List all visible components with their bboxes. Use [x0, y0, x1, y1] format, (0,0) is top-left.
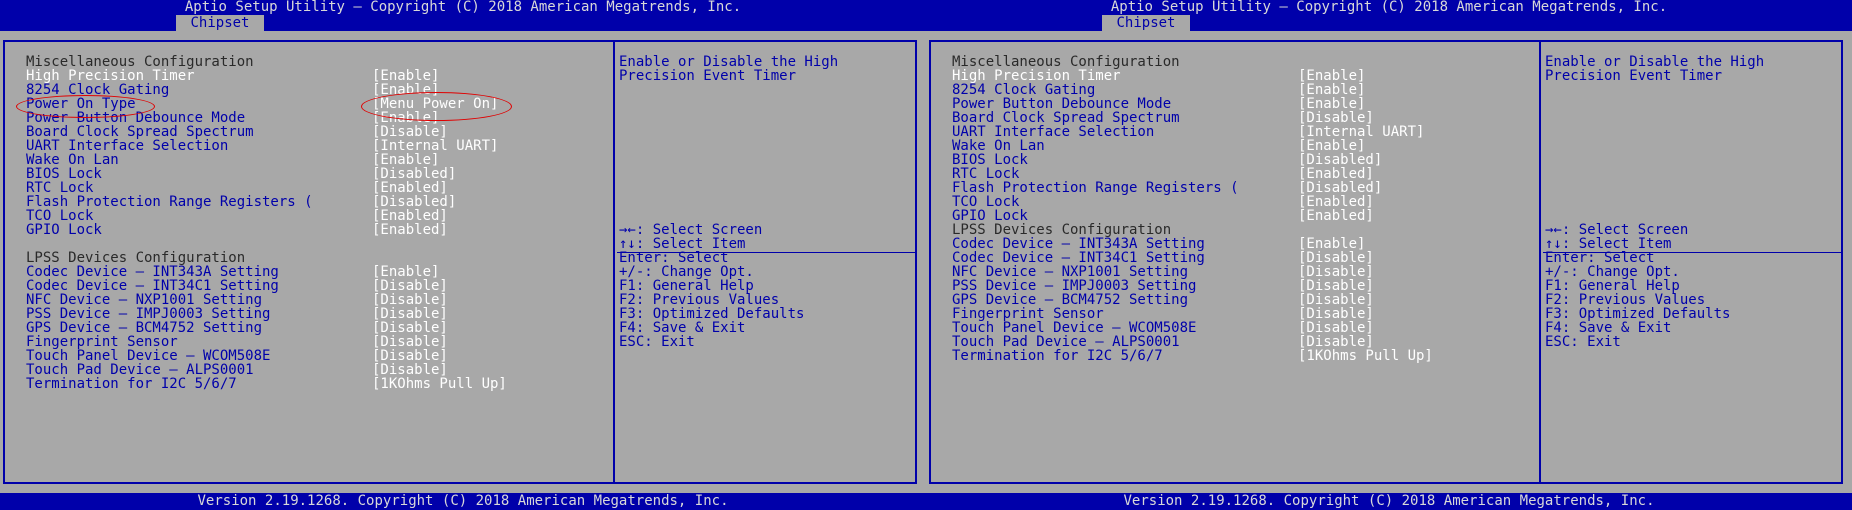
bios-screen-left: Aptio Setup Utility – Copyright (C) 2018…: [0, 0, 926, 510]
window-title: Aptio Setup Utility – Copyright (C) 2018…: [184, 0, 742, 15]
tab-chipset[interactable]: Chipset: [1102, 15, 1190, 31]
setup-body: Miscellaneous Configuration High Precisio…: [926, 31, 1852, 493]
bios-screen-right: Aptio Setup Utility – Copyright (C) 2018…: [926, 0, 1852, 510]
help-text-line: Precision Event Timer: [1545, 67, 1723, 84]
annotation-circle-label: [16, 95, 155, 118]
column-divider: [613, 40, 615, 484]
column-divider: [1539, 40, 1541, 484]
setting-termination-for-i2c-5-6-7[interactable]: Termination for I2C 5/6/7: [26, 376, 237, 393]
version-footer: Version 2.19.1268. Copyright (C) 2018 Am…: [1123, 493, 1655, 509]
window-title: Aptio Setup Utility – Copyright (C) 2018…: [1110, 0, 1668, 15]
help-text-line: Precision Event Timer: [619, 67, 797, 84]
setting-value[interactable]: [Enabled]: [372, 222, 448, 239]
setting-gpio-lock[interactable]: GPIO Lock: [26, 222, 102, 239]
setting-termination-for-i2c-5-6-7[interactable]: Termination for I2C 5/6/7: [952, 348, 1163, 365]
key-hint: ESC: Exit: [1545, 333, 1621, 350]
setting-value[interactable]: [1KOhms Pull Up]: [372, 376, 507, 393]
setting-value[interactable]: [Enabled]: [1298, 208, 1374, 225]
setting-value[interactable]: [1KOhms Pull Up]: [1298, 348, 1433, 365]
key-hint: ESC: Exit: [619, 333, 695, 350]
version-footer: Version 2.19.1268. Copyright (C) 2018 Am…: [197, 493, 729, 509]
tab-chipset[interactable]: Chipset: [176, 15, 264, 31]
annotation-circle-value: [361, 92, 512, 121]
